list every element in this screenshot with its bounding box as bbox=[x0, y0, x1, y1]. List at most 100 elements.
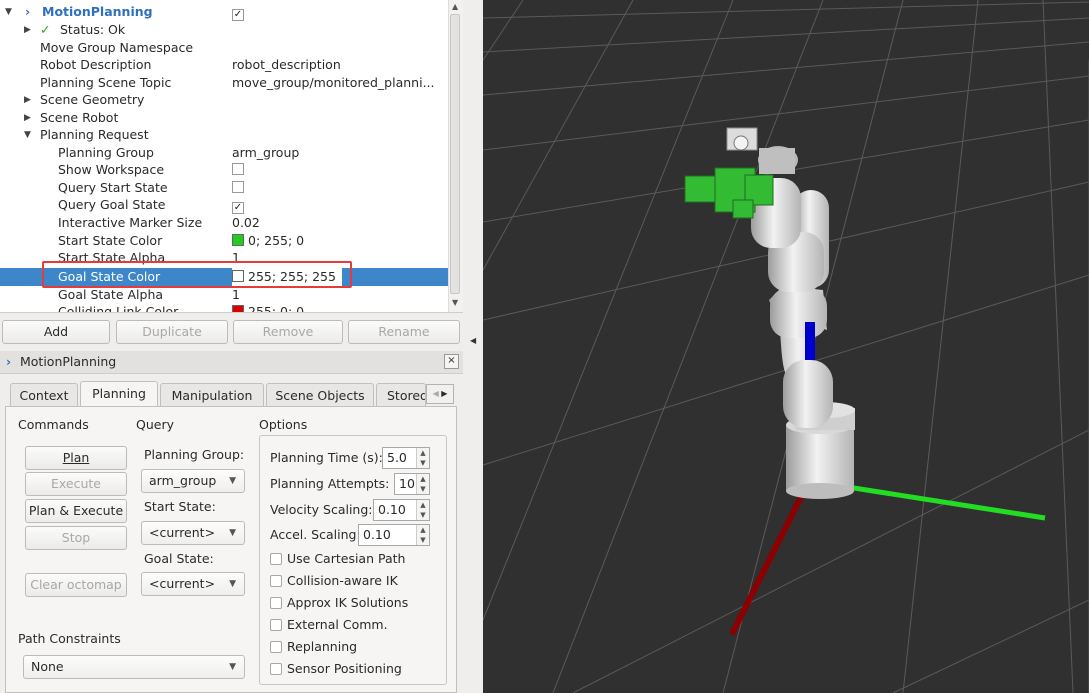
tree-row-status[interactable]: ▶ ✓ Status: Ok bbox=[0, 21, 448, 39]
tree-row-query-goal-state[interactable]: Query Goal State ✓ bbox=[0, 196, 448, 214]
tree-row-label: Move Group Namespace bbox=[40, 40, 194, 55]
tree-row-label: MotionPlanning bbox=[42, 4, 153, 19]
external-comm-label: External Comm. bbox=[287, 617, 388, 632]
tree-row-motionplanning[interactable]: ▼ › MotionPlanning ✓ bbox=[0, 3, 448, 21]
rename-button[interactable]: Rename bbox=[348, 320, 460, 344]
tree-row-scene-geometry[interactable]: ▶ Scene Geometry bbox=[0, 91, 448, 109]
x-axis bbox=[730, 490, 806, 635]
expand-arrow-icon[interactable]: ▼ bbox=[24, 126, 31, 144]
remove-button[interactable]: Remove bbox=[233, 320, 343, 344]
tree-row-value[interactable]: 255; 0; 0 bbox=[232, 303, 304, 312]
collision-aware-ik-checkbox[interactable] bbox=[270, 575, 282, 587]
planning-group-label: Planning Group: bbox=[144, 447, 245, 462]
tree-row-scene-robot[interactable]: ▶ Scene Robot bbox=[0, 109, 448, 127]
collapse-panel-arrow-icon[interactable]: ◀ bbox=[470, 336, 476, 345]
spin-arrows-icon[interactable]: ▲ ▼ bbox=[416, 474, 429, 494]
tab-context[interactable]: Context bbox=[10, 383, 78, 407]
stop-button[interactable]: Stop bbox=[25, 526, 127, 550]
use-cartesian-path-checkbox[interactable] bbox=[270, 553, 282, 565]
expand-arrow-icon[interactable]: ▼ bbox=[5, 3, 12, 21]
replanning-label: Replanning bbox=[287, 639, 358, 654]
query-goal-state-checkbox[interactable]: ✓ bbox=[232, 196, 244, 214]
scroll-right-arrow-icon[interactable]: ▶ bbox=[441, 389, 447, 398]
panel-splitter[interactable]: ◀ bbox=[463, 0, 483, 693]
tree-row-value[interactable]: 0; 255; 0 bbox=[232, 232, 304, 250]
tab-scroll-buttons[interactable]: ◀ ▶ bbox=[426, 384, 454, 404]
tree-row-value[interactable]: 1 bbox=[232, 286, 240, 304]
chevron-down-icon: ▼ bbox=[229, 476, 236, 486]
accel-scaling-spinbox[interactable]: 0.10 ▲ ▼ bbox=[358, 524, 430, 546]
tree-row-move-group-namespace[interactable]: Move Group Namespace bbox=[0, 39, 448, 57]
start-state-select[interactable]: <current> ▼ bbox=[141, 521, 245, 545]
tree-row-planning-request[interactable]: ▼ Planning Request bbox=[0, 126, 448, 144]
tree-row-show-workspace[interactable]: Show Workspace bbox=[0, 161, 448, 179]
show-workspace-checkbox[interactable] bbox=[232, 161, 244, 179]
clear-octomap-button[interactable]: Clear octomap bbox=[25, 573, 127, 597]
tree-scrollbar-thumb[interactable] bbox=[450, 14, 460, 294]
planning-time-spinbox[interactable]: 5.0 ▲ ▼ bbox=[382, 447, 430, 469]
tree-row-planning-group[interactable]: Planning Group arm_group bbox=[0, 144, 448, 162]
tree-row-value[interactable]: 0.02 bbox=[232, 214, 260, 232]
tab-planning[interactable]: Planning bbox=[80, 381, 158, 407]
tree-row-start-state-color[interactable]: Start State Color 0; 255; 0 bbox=[0, 232, 448, 250]
tree-row-value[interactable]: arm_group bbox=[232, 144, 299, 162]
close-icon[interactable]: × bbox=[444, 354, 459, 369]
tree-row-label: Query Goal State bbox=[58, 197, 166, 212]
tree-row-label: Goal State Alpha bbox=[58, 287, 164, 302]
tree-row-label: Status: Ok bbox=[60, 22, 126, 37]
tree-row-interactive-marker-size[interactable]: Interactive Marker Size 0.02 bbox=[0, 214, 448, 232]
tab-scene-objects[interactable]: Scene Objects bbox=[266, 383, 374, 407]
enable-checkbox[interactable]: ✓ bbox=[232, 3, 244, 21]
velocity-scaling-label: Velocity Scaling: bbox=[270, 502, 373, 517]
replanning-checkbox[interactable] bbox=[270, 641, 282, 653]
start-state-label: Start State: bbox=[144, 499, 216, 514]
plan-button[interactable]: Plan bbox=[25, 446, 127, 470]
tree-row-label: Planning Scene Topic bbox=[40, 75, 172, 90]
spin-arrows-icon[interactable]: ▲ ▼ bbox=[416, 448, 429, 468]
planning-group-select[interactable]: arm_group ▼ bbox=[141, 469, 245, 493]
chevron-down-icon: ▼ bbox=[229, 579, 236, 589]
planning-attempts-spinbox[interactable]: 10 ▲ ▼ bbox=[394, 473, 430, 495]
approx-ik-solutions-checkbox[interactable] bbox=[270, 597, 282, 609]
scroll-up-arrow-icon[interactable]: ▲ bbox=[452, 2, 458, 11]
collapse-arrow-icon[interactable]: ▶ bbox=[24, 91, 31, 109]
external-comm-checkbox[interactable] bbox=[270, 619, 282, 631]
query-start-state-checkbox[interactable] bbox=[232, 179, 244, 197]
3d-viewport[interactable] bbox=[483, 0, 1089, 693]
scene-render bbox=[483, 0, 1089, 693]
spin-arrows-icon[interactable]: ▲ ▼ bbox=[416, 525, 429, 545]
sensor-positioning-checkbox[interactable] bbox=[270, 663, 282, 675]
accel-scaling-label: Accel. Scaling: bbox=[270, 527, 361, 542]
goal-state-select[interactable]: <current> ▼ bbox=[141, 572, 245, 596]
tree-row-robot-description[interactable]: Robot Description robot_description bbox=[0, 56, 448, 74]
collision-aware-ik-label: Collision-aware IK bbox=[287, 573, 398, 588]
spin-arrows-icon[interactable]: ▲ ▼ bbox=[416, 500, 429, 520]
scroll-left-arrow-icon[interactable]: ◀ bbox=[433, 389, 439, 398]
tree-row-label: Colliding Link Color bbox=[58, 304, 179, 313]
scroll-down-arrow-icon[interactable]: ▼ bbox=[452, 298, 458, 307]
tree-row-colliding-link-color[interactable]: Colliding Link Color 255; 0; 0 bbox=[0, 303, 448, 313]
velocity-scaling-spinbox[interactable]: 0.10 ▲ ▼ bbox=[373, 499, 430, 521]
collapse-arrow-icon[interactable]: ▶ bbox=[24, 21, 31, 39]
tree-row-label: Query Start State bbox=[58, 180, 168, 195]
tree-row-value[interactable]: robot_description bbox=[232, 56, 341, 74]
add-button[interactable]: Add bbox=[2, 320, 110, 344]
collapse-arrow-icon[interactable]: ▶ bbox=[24, 109, 31, 127]
tab-stored[interactable]: Stored bbox=[376, 383, 426, 407]
path-constraints-select[interactable]: None ▼ bbox=[23, 655, 245, 679]
tree-row-query-start-state[interactable]: Query Start State bbox=[0, 179, 448, 197]
tree-row-label: Scene Geometry bbox=[40, 92, 145, 107]
tree-row-label: Scene Robot bbox=[40, 110, 119, 125]
execute-button[interactable]: Execute bbox=[25, 472, 127, 496]
tree-row-label: Planning Request bbox=[40, 127, 149, 142]
duplicate-button[interactable]: Duplicate bbox=[116, 320, 228, 344]
tab-manipulation[interactable]: Manipulation bbox=[160, 383, 264, 407]
plan-and-execute-button[interactable]: Plan & Execute bbox=[25, 499, 127, 523]
tree-row-value[interactable]: move_group/monitored_planni... bbox=[232, 74, 435, 92]
motionplanning-plugin-icon: › bbox=[25, 4, 31, 19]
tree-row-planning-scene-topic[interactable]: Planning Scene Topic move_group/monitore… bbox=[0, 74, 448, 92]
commands-label: Commands bbox=[18, 417, 89, 432]
check-icon: ✓ bbox=[40, 22, 51, 37]
query-label: Query bbox=[136, 417, 174, 432]
tree-row-goal-state-alpha[interactable]: Goal State Alpha 1 bbox=[0, 286, 448, 304]
